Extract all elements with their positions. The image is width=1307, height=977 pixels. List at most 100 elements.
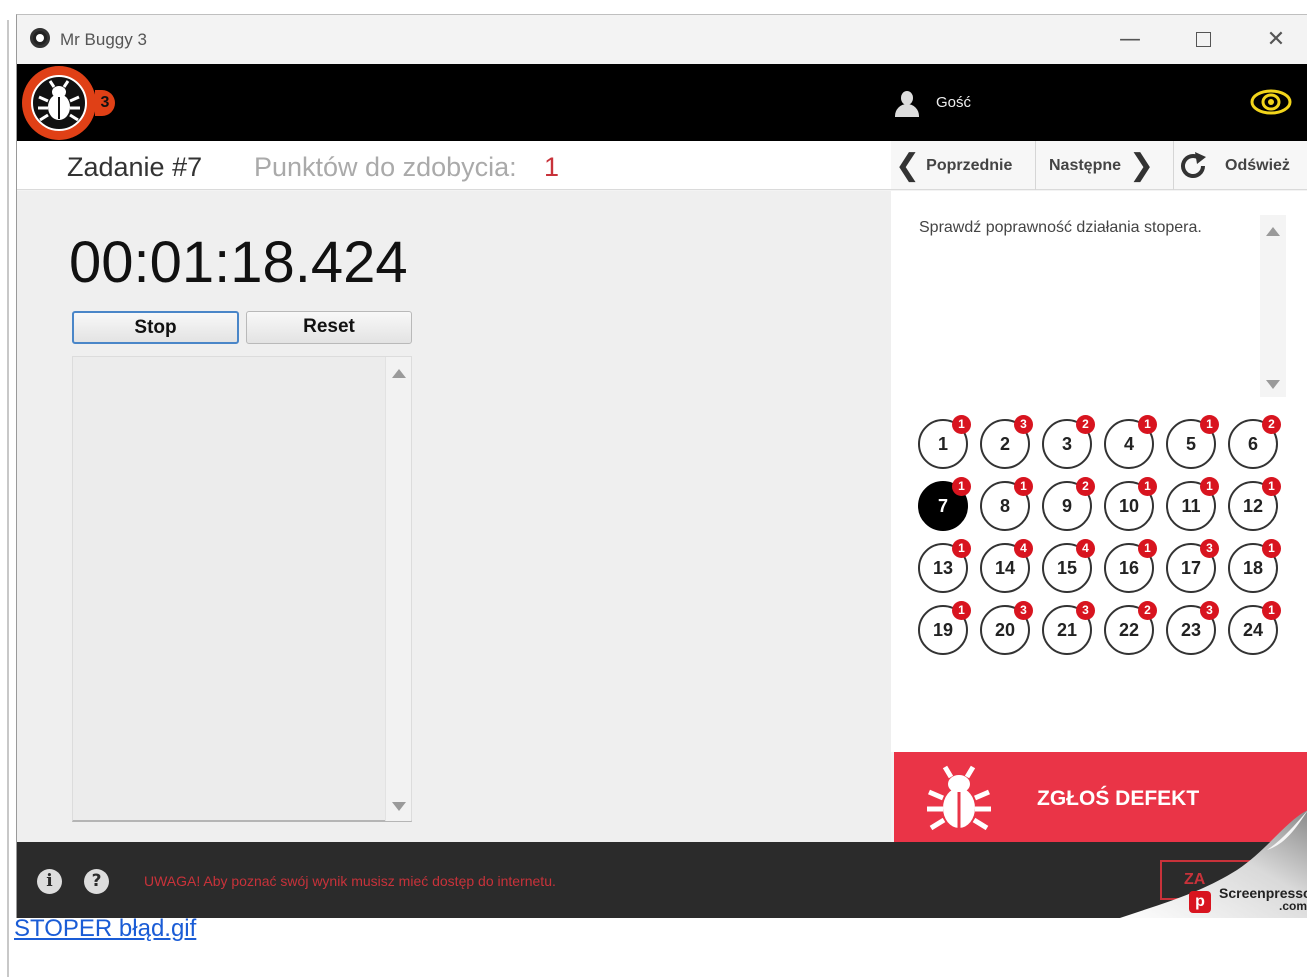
task-button-2[interactable]: 23 xyxy=(980,415,1033,469)
refresh-icon xyxy=(1181,152,1206,178)
points-badge: 1 xyxy=(1262,477,1281,496)
points-label: Punktów do zdobycia: xyxy=(254,152,517,182)
mr-buggy-logo xyxy=(22,66,96,140)
window-title: Mr Buggy 3 xyxy=(60,30,147,49)
task-button-18[interactable]: 18 1 xyxy=(1228,539,1281,593)
task-button-21[interactable]: 21 3 xyxy=(1042,601,1095,655)
task-header: Zadanie #7 Punktów do zdobycia: 1 xyxy=(17,141,891,190)
chevron-right-icon: ❯ xyxy=(1129,148,1155,183)
title-bar: Mr Buggy 3 — ✕ xyxy=(17,15,1307,64)
task-number: 6 xyxy=(1247,434,1258,454)
stopwatch-display: 00:01:18.424 xyxy=(69,230,408,295)
task-number: 19 xyxy=(932,620,954,640)
points-badge: 2 xyxy=(1076,415,1095,434)
task-button-16[interactable]: 16 1 xyxy=(1104,539,1157,593)
caption-link[interactable]: STOPER błąd.gif xyxy=(14,915,196,943)
points-badge: 1 xyxy=(952,539,971,558)
maximize-icon xyxy=(1195,32,1211,47)
task-button-5[interactable]: 51 xyxy=(1166,415,1219,469)
app-window: Mr Buggy 3 — ✕ 3 Gość Zadanie #7 Punktów… xyxy=(16,14,1307,918)
stopwatch-area: 00:01:18.424 Stop Reset xyxy=(17,191,891,842)
task-number: 24 xyxy=(1242,620,1264,640)
reset-button[interactable]: Reset xyxy=(246,311,412,344)
task-button-23[interactable]: 23 3 xyxy=(1166,601,1219,655)
task-number: 23 xyxy=(1180,620,1202,640)
task-number: 16 xyxy=(1118,558,1140,578)
next-button[interactable]: Następne ❯ xyxy=(1049,148,1154,184)
task-number: 11 xyxy=(1181,496,1201,516)
task-number: 5 xyxy=(1185,434,1196,454)
task-button-3[interactable]: 32 xyxy=(1042,415,1095,469)
minimize-button[interactable]: — xyxy=(1107,25,1153,55)
previous-button[interactable]: ❮ Poprzednie xyxy=(895,148,1012,184)
task-button-13[interactable]: 13 1 xyxy=(918,539,971,593)
points-badge: 4 xyxy=(1014,539,1033,558)
task-button-22[interactable]: 22 2 xyxy=(1104,601,1157,655)
task-button-24[interactable]: 24 1 xyxy=(1228,601,1281,655)
points-badge: 4 xyxy=(1076,539,1095,558)
app-header: 3 Gość xyxy=(17,64,1307,141)
task-button-9[interactable]: 92 xyxy=(1042,477,1095,531)
task-button-20[interactable]: 20 3 xyxy=(980,601,1033,655)
points-badge: 1 xyxy=(952,415,971,434)
points-badge: 2 xyxy=(1076,477,1095,496)
task-button-10[interactable]: 10 1 xyxy=(1104,477,1157,531)
task-number: 14 xyxy=(994,558,1016,578)
task-panel: Sprawdź poprawność działania stopera. 11… xyxy=(891,191,1307,752)
task-number: 13 xyxy=(932,558,954,578)
points-badge: 1 xyxy=(1262,601,1281,620)
task-button-19[interactable]: 19 1 xyxy=(918,601,971,655)
task-button-15[interactable]: 15 4 xyxy=(1042,539,1095,593)
user-icon[interactable] xyxy=(893,91,919,117)
task-button-7[interactable]: 71 xyxy=(918,477,971,531)
stop-button[interactable]: Stop xyxy=(72,311,239,344)
eye-icon[interactable] xyxy=(1250,88,1292,116)
points-badge: 3 xyxy=(1014,415,1033,434)
points-badge: 1 xyxy=(1138,477,1157,496)
scroll-up-icon[interactable] xyxy=(392,369,406,378)
task-button-8[interactable]: 81 xyxy=(980,477,1033,531)
points-badge: 1 xyxy=(1014,477,1033,496)
info-icon[interactable]: i xyxy=(37,869,62,894)
footer-bar: i ? UWAGA! Aby poznać swój wynik musisz … xyxy=(17,842,1307,918)
scroll-down-icon[interactable] xyxy=(1266,380,1280,389)
task-button-14[interactable]: 14 4 xyxy=(980,539,1033,593)
points-badge: 3 xyxy=(1200,601,1219,620)
internet-warning: UWAGA! Aby poznać swój wynik musisz mieć… xyxy=(144,873,556,889)
task-number: 18 xyxy=(1242,558,1264,578)
points-badge: 1 xyxy=(1138,539,1157,558)
description-scrollbar[interactable] xyxy=(1260,215,1286,397)
task-number: 22 xyxy=(1118,620,1140,640)
laps-list[interactable] xyxy=(72,356,412,822)
task-button-17[interactable]: 17 3 xyxy=(1166,539,1219,593)
task-button-11[interactable]: 11 1 xyxy=(1166,477,1219,531)
task-number: 1 xyxy=(937,434,948,454)
task-number: 4 xyxy=(1123,434,1134,454)
previous-label: Poprzednie xyxy=(926,157,1013,174)
chevron-left-icon: ❮ xyxy=(895,148,921,183)
points-badge: 1 xyxy=(952,601,971,620)
points-badge: 3 xyxy=(1014,601,1033,620)
points-badge: 3 xyxy=(1076,601,1095,620)
user-name[interactable]: Gość xyxy=(936,94,971,111)
task-number: 20 xyxy=(994,620,1016,640)
scroll-up-icon[interactable] xyxy=(1266,227,1280,236)
task-button-1[interactable]: 11 xyxy=(918,415,971,469)
logo-version: 3 xyxy=(95,90,115,116)
maximize-button[interactable] xyxy=(1180,25,1226,55)
task-selector-grid: 1 1 2 3 3 2 4 1 5 1 6 2 7 1 8 1 9 2 10 1 11 1 12 1 13 1 14 4 15 4 16 1 1… xyxy=(918,415,1288,669)
scroll-down-icon[interactable] xyxy=(392,802,406,811)
page: { "window": { "title": "Mr Buggy 3", "mi… xyxy=(0,0,1307,977)
screenpresso-logo: p xyxy=(1189,891,1211,913)
report-defect-label: ZGŁOŚ DEFEKT xyxy=(1037,787,1200,810)
task-button-6[interactable]: 62 xyxy=(1228,415,1281,469)
task-button-12[interactable]: 12 1 xyxy=(1228,477,1281,531)
task-number: 8 xyxy=(999,496,1010,516)
laps-scrollbar[interactable] xyxy=(385,357,411,821)
task-number: 7 xyxy=(937,496,948,516)
task-button-4[interactable]: 41 xyxy=(1104,415,1157,469)
close-button[interactable]: ✕ xyxy=(1253,25,1299,55)
help-icon[interactable]: ? xyxy=(84,869,109,894)
refresh-button[interactable]: Odśwież xyxy=(1175,148,1290,184)
task-title: Zadanie #7 xyxy=(67,152,203,182)
